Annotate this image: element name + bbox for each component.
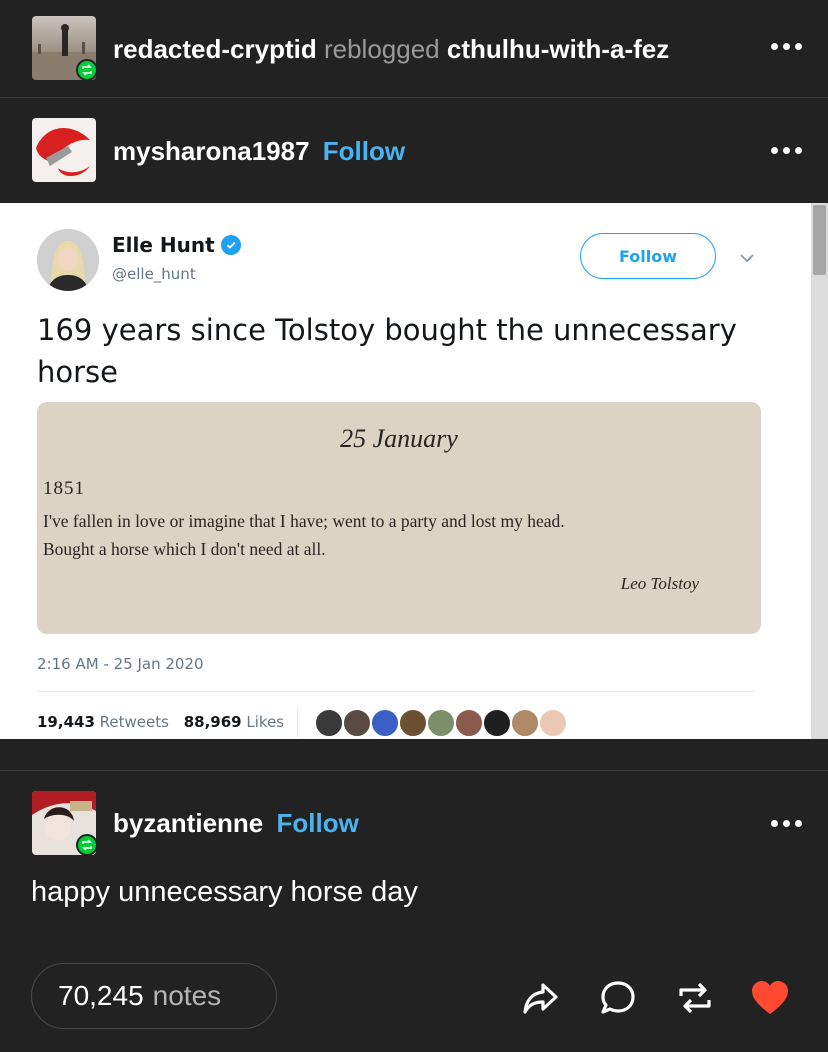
- op-follow-button[interactable]: Follow: [323, 136, 405, 166]
- liker-avatar: [342, 708, 372, 738]
- reblogger-username[interactable]: redacted-cryptid: [113, 34, 317, 64]
- reblog-icon[interactable]: [675, 978, 715, 1018]
- book-page-year: 1851: [43, 478, 85, 499]
- liker-avatars: [314, 708, 568, 738]
- liker-avatar: [370, 708, 400, 738]
- stats-vertical-divider: [297, 707, 298, 737]
- liker-avatar: [426, 708, 456, 738]
- reply-divider: [0, 770, 828, 771]
- chevron-down-icon: [738, 249, 756, 268]
- tweet-embed: Elle Hunt @elle_hunt Follow 169 years si…: [0, 203, 811, 739]
- reply-username[interactable]: byzantienne: [113, 808, 263, 838]
- reblog-badge-icon: [76, 59, 98, 81]
- tweet-author-name-row: Elle Hunt: [112, 233, 241, 257]
- reply-reblog-badge-icon: [76, 834, 98, 856]
- book-page-line-2: Bought a horse which I don't need at all…: [43, 539, 326, 559]
- reply-user-line: byzantienne Follow: [113, 808, 359, 839]
- reply-follow-button[interactable]: Follow: [276, 808, 358, 838]
- reblogged-word: reblogged: [323, 34, 440, 64]
- liker-avatar: [398, 708, 428, 738]
- retweet-label: Retweets: [99, 713, 169, 731]
- reblogged-from-username[interactable]: cthulhu-with-a-fez: [447, 34, 669, 64]
- op-username[interactable]: mysharona1987: [113, 136, 310, 166]
- tweet-author-avatar: [37, 229, 99, 291]
- book-page-image: 25 January 1851 I've fallen in love or i…: [37, 402, 761, 634]
- reply-more-options-icon[interactable]: [771, 820, 802, 827]
- embed-scrollbar-track: [811, 203, 828, 739]
- reply-text: happy unnecessary horse day: [31, 876, 418, 908]
- tweet-timestamp: 2:16 AM - 25 Jan 2020: [37, 655, 204, 673]
- notes-count: 70,245: [58, 980, 144, 1011]
- tweet-stats: 19,443 Retweets 88,969 Likes: [37, 713, 284, 731]
- tweet-author-name: Elle Hunt: [112, 233, 215, 257]
- like-count: 88,969: [183, 713, 242, 731]
- like-label: Likes: [246, 713, 285, 731]
- retweet-count: 19,443: [37, 713, 95, 731]
- op-user-line: mysharona1987 Follow: [113, 136, 405, 167]
- op-avatar[interactable]: [32, 118, 96, 182]
- liker-avatar: [538, 708, 568, 738]
- liker-avatar: [314, 708, 344, 738]
- reblog-line: redacted-cryptid reblogged cthulhu-with-…: [113, 34, 669, 65]
- liker-avatar: [510, 708, 540, 738]
- tweet-author-handle: @elle_hunt: [112, 265, 196, 283]
- book-page-line-1: I've fallen in love or imagine that I ha…: [43, 511, 565, 531]
- tweet-stats-divider: [37, 691, 755, 692]
- header-divider: [0, 97, 828, 98]
- liker-avatar: [482, 708, 512, 738]
- notes-button[interactable]: 70,245 notes: [31, 963, 277, 1029]
- like-icon[interactable]: [750, 978, 790, 1018]
- op-more-options-icon[interactable]: [771, 147, 802, 154]
- liker-avatar: [454, 708, 484, 738]
- embed-scrollbar-thumb: [813, 205, 826, 275]
- header-more-options-icon[interactable]: [771, 43, 802, 50]
- book-page-date: 25 January: [340, 424, 458, 453]
- tweet-text: 169 years since Tolstoy bought the unnec…: [37, 313, 737, 389]
- reply-icon[interactable]: [598, 978, 638, 1018]
- share-icon[interactable]: [521, 978, 561, 1018]
- tweet-follow-button: Follow: [580, 233, 716, 279]
- verified-badge-icon: [220, 235, 241, 255]
- notes-label: notes: [152, 980, 222, 1011]
- book-page-signature: Leo Tolstoy: [620, 574, 699, 593]
